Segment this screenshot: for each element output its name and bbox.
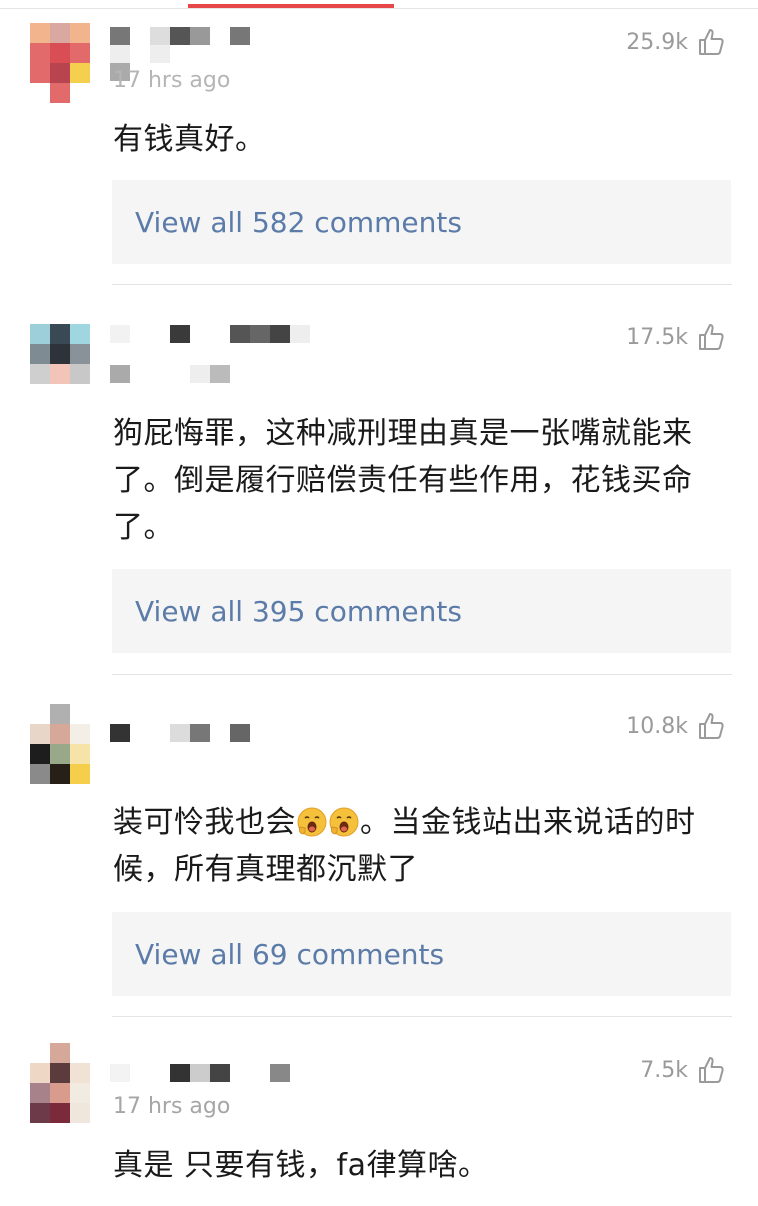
comment-item: 17 hrs ago 7.5k 真是 只要有钱，fa律算啥。 (0, 0, 758, 1206)
like-control[interactable]: 7.5k (640, 1056, 724, 1084)
thumbs-up-icon[interactable] (698, 1056, 724, 1084)
like-count: 7.5k (640, 1057, 688, 1083)
comment-timestamp: 17 hrs ago (113, 1094, 231, 1119)
comment-body: 真是 只要有钱，fa律算啥。 (113, 1148, 489, 1183)
comments-screen: 17 hrs ago 25.9k 有钱真好。 View all 582 comm… (0, 0, 758, 1206)
avatar[interactable] (30, 1043, 90, 1123)
